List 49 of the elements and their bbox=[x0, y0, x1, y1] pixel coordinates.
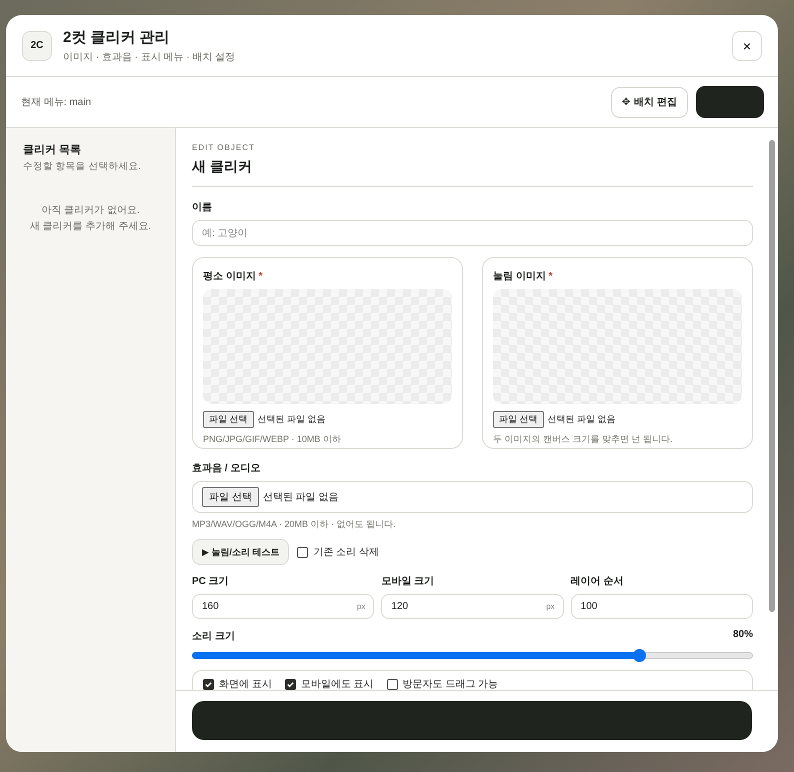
number-input[interactable]: 100 bbox=[570, 594, 753, 619]
field-label: 효과음 / 오디오 bbox=[192, 462, 262, 475]
checkbox-label: 화면에 표시 bbox=[219, 678, 272, 690]
file-status: 선택된 파일 없음 bbox=[548, 413, 616, 426]
field-label: 소리 크기 bbox=[192, 630, 235, 643]
volume-reading: 80% bbox=[732, 629, 753, 642]
field-label: 모바일 크기 bbox=[381, 575, 436, 588]
number-input[interactable]: 120 px bbox=[381, 594, 564, 619]
window-subtitle: 이미지 · 효과음 · 표시 메뉴 · 배치 설정 bbox=[63, 50, 236, 64]
sidebar-subtitle: 수정할 항목을 선택하세요. bbox=[23, 160, 142, 173]
file-choose-button[interactable]: 파일 선택 bbox=[203, 411, 254, 428]
checkbox[interactable] bbox=[297, 546, 308, 558]
section-eyebrow: EDIT OBJECT bbox=[192, 143, 256, 152]
hint-text: 두 이미지의 캔버스 크기를 맞추면 넌 됩니다. bbox=[493, 433, 674, 446]
name-input[interactable]: 예: 고양이 bbox=[192, 220, 753, 246]
checkbox[interactable] bbox=[386, 678, 398, 690]
field-label: 눌림 이미지 bbox=[493, 271, 546, 282]
checkbox-label: 방문자도 드래그 가능 bbox=[402, 678, 498, 690]
app-logo: 2C bbox=[22, 30, 52, 60]
volume-slider[interactable] bbox=[192, 652, 753, 659]
field-label: 이름 bbox=[192, 201, 213, 214]
file-choose-button[interactable]: 파일 선택 bbox=[202, 487, 259, 507]
window-title: 2컷 클리커 관리 bbox=[63, 28, 171, 46]
required-mark: * bbox=[258, 271, 262, 282]
audio-file-field[interactable]: 파일 선택 선택된 파일 없음 bbox=[192, 481, 753, 513]
file-status: 선택된 파일 없음 bbox=[258, 413, 326, 426]
checkbox-label: 기존 소리 삭제 bbox=[313, 546, 379, 559]
scrollbar[interactable] bbox=[769, 140, 775, 612]
editor-title: 새 클리커 bbox=[192, 158, 253, 176]
hint-text: MP3/WAV/OGG/M4A · 20MB 이하 · 없어도 됩니다. bbox=[192, 518, 397, 531]
current-menu-label: 현재 메뉴: main bbox=[21, 96, 92, 109]
sidebar-title: 클리커 목록 bbox=[23, 143, 82, 157]
layout-edit-button[interactable]: ✥ 배치 편집 bbox=[610, 86, 688, 118]
empty-message: 아직 클리커가 없어요. 새 클리커를 추가해 주세요. bbox=[28, 204, 152, 234]
checkbox[interactable] bbox=[284, 678, 296, 690]
checkbox[interactable] bbox=[203, 678, 214, 690]
field-label: 평소 이미지 bbox=[203, 271, 256, 282]
sound-test-button[interactable]: ▶ 눌림/소리 테스트 bbox=[192, 539, 290, 565]
field-label: PC 크기 bbox=[192, 575, 230, 588]
slider-thumb[interactable] bbox=[633, 649, 646, 662]
required-mark: * bbox=[548, 271, 552, 282]
number-input[interactable]: 160 px bbox=[192, 594, 374, 619]
file-status: 선택된 파일 없음 bbox=[262, 491, 338, 504]
close-button[interactable]: × bbox=[732, 30, 762, 60]
action-button[interactable] bbox=[696, 86, 764, 118]
field-label: 레이어 순서 bbox=[570, 575, 624, 588]
checkbox-label: 모바일에도 표시 bbox=[300, 678, 374, 690]
file-choose-button[interactable]: 파일 선택 bbox=[493, 411, 544, 428]
hint-text: PNG/JPG/GIF/WEBP · 10MB 이하 bbox=[203, 433, 342, 446]
